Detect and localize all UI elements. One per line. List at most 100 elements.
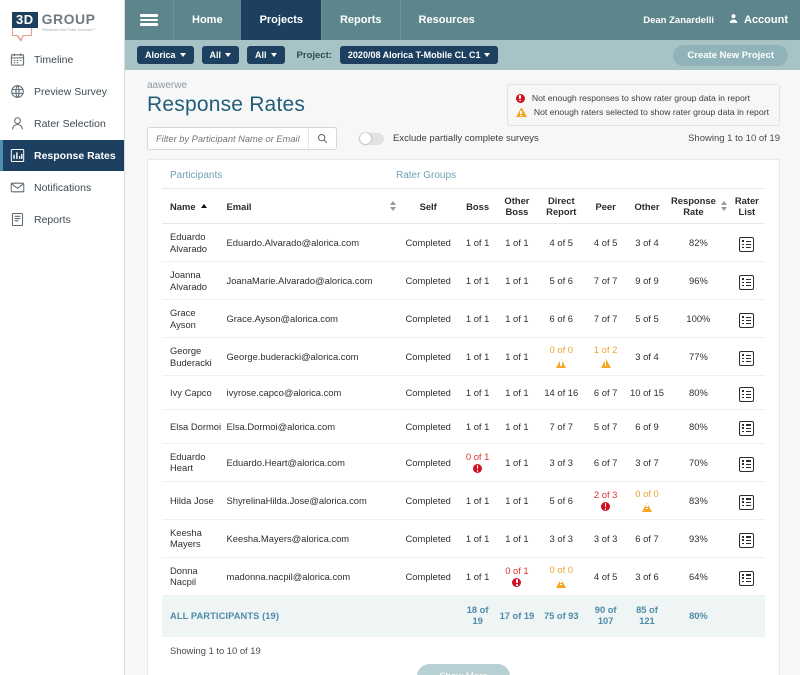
sidebar-item-response-rates[interactable]: Response Rates (0, 140, 124, 171)
sidebar-item-label: Response Rates (34, 149, 116, 162)
rater-list-icon[interactable] (739, 494, 755, 510)
table-row[interactable]: George Buderacki George.buderacki@alorica… (162, 337, 765, 376)
cell-rater-list[interactable] (728, 223, 765, 262)
project-value: 2020/08 Alorica T-Mobile CL C1 (347, 50, 481, 60)
filter-third-dropdown[interactable]: All (247, 46, 285, 64)
col-peer[interactable]: Peer (585, 188, 626, 224)
totals-label[interactable]: ALL PARTICIPANTS (19) (162, 595, 398, 637)
rater-list-icon[interactable] (739, 570, 755, 586)
cell-email: JoanaMarie.Alvarado@alorica.com (224, 261, 398, 300)
rater-list-icon[interactable] (739, 350, 755, 366)
show-more-button[interactable]: Show More (417, 663, 510, 675)
rater-list-icon[interactable] (739, 386, 755, 402)
create-new-project-button[interactable]: Create New Project (673, 44, 788, 66)
cell-self: Completed (397, 223, 459, 262)
cell-rater-list[interactable] (728, 409, 765, 444)
col-response-rate-label: Response Rate (671, 195, 716, 217)
rater-list-icon[interactable] (739, 274, 755, 290)
breadcrumb[interactable]: aawerwe (147, 80, 305, 91)
cell-name: George Buderacki (162, 337, 225, 376)
document-icon (10, 212, 25, 227)
col-email[interactable]: Email (224, 188, 398, 224)
table-row[interactable]: Eduardo Heart Eduardo.Heart@alorica.com Co… (162, 443, 765, 482)
show-more-wrap: Show More (162, 660, 765, 675)
hamburger-icon[interactable] (125, 0, 173, 40)
legend-alert-box: Not enough responses to show rater group… (506, 84, 780, 126)
col-boss[interactable]: Boss (458, 188, 497, 224)
search-input[interactable] (148, 133, 308, 144)
account-button[interactable]: Account (728, 13, 788, 27)
cell-email: ivyrose.capco@alorica.com (224, 375, 398, 410)
filter-client-dropdown[interactable]: Alorica (137, 46, 194, 64)
col-self[interactable]: Self (397, 188, 459, 224)
table-row[interactable]: Donna Nacpil madonna.nacpil@alorica.com Co… (162, 557, 765, 596)
col-response-rate[interactable]: Response Rate (668, 188, 729, 224)
filter-second-dropdown[interactable]: All (201, 46, 240, 64)
project-dropdown[interactable]: 2020/08 Alorica T-Mobile CL C1 (339, 46, 499, 64)
rater-list-icon[interactable] (739, 312, 755, 328)
totals-self (397, 595, 459, 637)
cell-other-boss: 1 of 1 (496, 443, 538, 482)
sidebar-item-reports[interactable]: Reports (0, 204, 124, 235)
col-other[interactable]: Other (625, 188, 669, 224)
cell-name: Elsa Dormoi (162, 409, 225, 444)
cell-response-rate: 100% (668, 299, 729, 338)
cell-other-boss: 1 of 1 (496, 299, 538, 338)
search-icon[interactable] (308, 128, 336, 149)
cell-direct-report: 0 of 0 (537, 557, 586, 596)
cell-rater-list[interactable] (728, 557, 765, 596)
cell-boss: 1 of 1 (458, 375, 497, 410)
cell-peer: 6 of 7 (585, 375, 626, 410)
table-row[interactable]: Ivy Capco ivyrose.capco@alorica.com Comple… (162, 375, 765, 410)
nav-resources[interactable]: Resources (399, 0, 493, 40)
cell-name: Eduardo Alvarado (162, 223, 225, 262)
rater-list-icon[interactable] (739, 532, 755, 548)
table-row[interactable]: Hilda Jose ShyrelinaHilda.Jose@alorica.co… (162, 481, 765, 520)
table-row[interactable]: Joanna Alvarado JoanaMarie.Alvarado@alori… (162, 261, 765, 300)
chevron-down-icon (225, 53, 232, 57)
cell-direct-report-value: 0 of 0 (549, 563, 574, 575)
nav-reports[interactable]: Reports (320, 0, 400, 40)
cell-name: Donna Nacpil (162, 557, 225, 596)
col-other-boss[interactable]: Other Boss (496, 188, 538, 224)
col-direct-report[interactable]: Direct Report (537, 188, 586, 224)
cell-email: George.buderacki@alorica.com (224, 337, 398, 376)
brand-logo[interactable]: 3D GROUP Feedback that Fuels Success™ (0, 4, 124, 44)
cell-boss: 1 of 1 (458, 223, 497, 262)
cell-rater-list[interactable] (728, 261, 765, 300)
exclude-partial-toggle[interactable] (359, 132, 384, 145)
cell-rater-list[interactable] (728, 519, 765, 558)
cell-rater-list[interactable] (728, 481, 765, 520)
table-row[interactable]: Keesha Mayers Keesha.Mayers@alorica.com Co… (162, 519, 765, 558)
sidebar-item-preview-survey[interactable]: Preview Survey (0, 76, 124, 107)
cell-rater-list[interactable] (728, 337, 765, 376)
warning-icon (515, 107, 527, 117)
sidebar-item-label: Reports (34, 213, 71, 226)
cell-rater-list[interactable] (728, 299, 765, 338)
nav-home[interactable]: Home (173, 0, 241, 40)
sidebar-item-notifications[interactable]: Notifications (0, 172, 124, 203)
table-row[interactable]: Eduardo Alvarado Eduardo.Alvarado@alorica… (162, 223, 765, 262)
cell-name: Hilda Jose (162, 481, 225, 520)
alert-text: Not enough responses to show rater group… (531, 93, 751, 103)
table-row[interactable]: Elsa Dormoi Elsa.Dormoi@alorica.com Comple… (162, 409, 765, 444)
cell-peer: 5 of 7 (585, 409, 626, 444)
cell-response-rate: 82% (668, 223, 729, 262)
table-row[interactable]: Grace Ayson Grace.Ayson@alorica.com Comple… (162, 299, 765, 338)
cell-other: 3 of 7 (625, 443, 669, 482)
sidebar-item-timeline[interactable]: Timeline (0, 44, 124, 75)
rater-list-icon[interactable] (739, 236, 755, 252)
cell-rater-list[interactable] (728, 375, 765, 410)
cell-response-rate: 80% (668, 375, 729, 410)
rater-list-icon[interactable] (739, 420, 755, 436)
cell-other: 6 of 7 (625, 519, 669, 558)
cell-name: Grace Ayson (162, 299, 225, 338)
cell-other: 9 of 9 (625, 261, 669, 300)
cell-boss: 1 of 1 (458, 261, 497, 300)
rater-list-icon[interactable] (739, 456, 755, 472)
warning-icon (556, 577, 567, 588)
cell-rater-list[interactable] (728, 443, 765, 482)
nav-projects[interactable]: Projects (240, 0, 321, 40)
sidebar-item-rater-selection[interactable]: Rater Selection (0, 108, 124, 139)
col-name[interactable]: Name (162, 188, 225, 224)
